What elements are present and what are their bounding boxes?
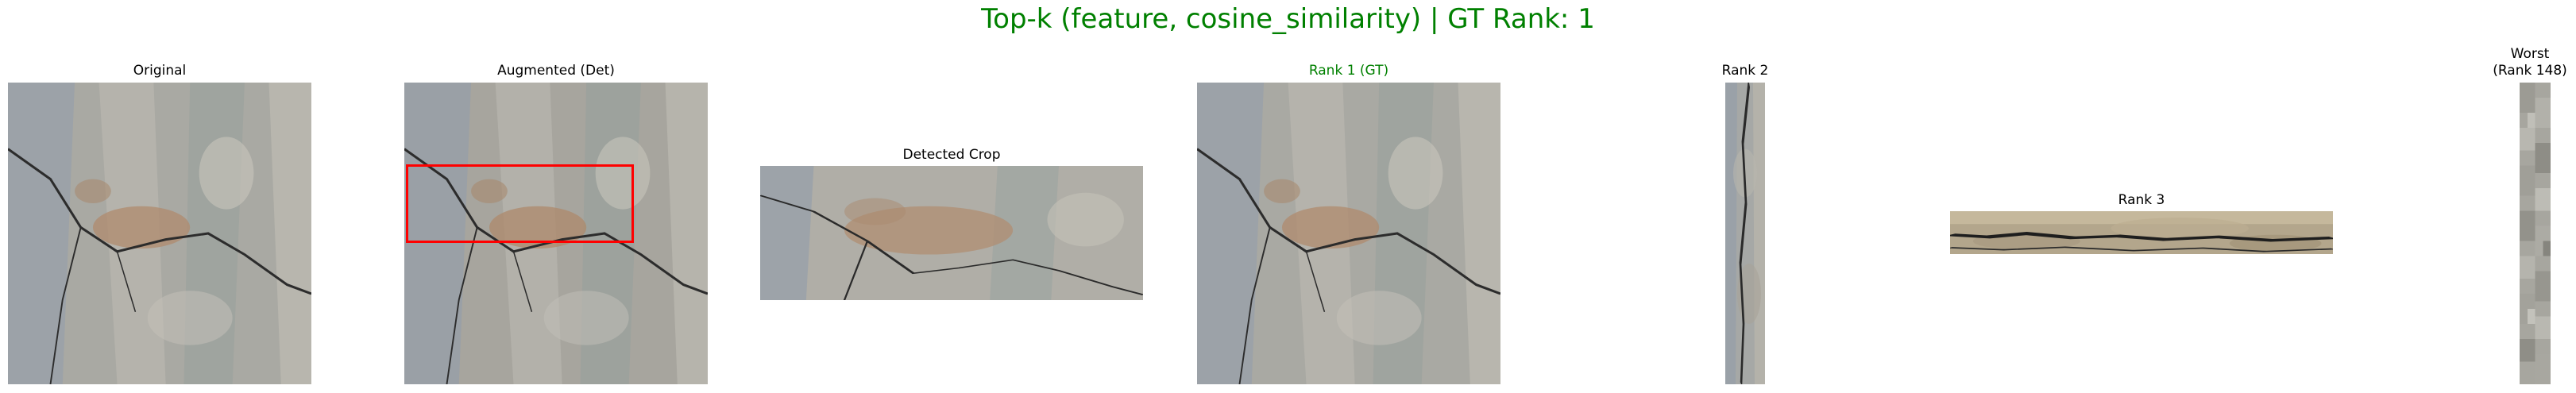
rank-3-image xyxy=(1950,211,2333,254)
rank-1-image xyxy=(1197,83,1500,384)
detection-bounding-box xyxy=(406,164,634,243)
panel-title-detected-crop: Detected Crop xyxy=(902,147,1001,163)
original-image xyxy=(8,83,311,384)
panel-title-rank-3: Rank 3 xyxy=(2118,192,2165,208)
panel-title-original: Original xyxy=(133,63,187,79)
detected-crop-image xyxy=(760,166,1143,300)
worst-image xyxy=(2520,83,2551,384)
panel-title-augmented: Augmented (Det) xyxy=(497,63,615,79)
rank-2-image xyxy=(1725,83,1765,384)
panel-title-rank-2: Rank 2 xyxy=(1721,63,1769,79)
figure-title: Top-k (feature, cosine_similarity) | GT … xyxy=(981,3,1595,35)
panel-title-worst-line2: (Rank 148) xyxy=(2493,63,2567,79)
augmented-image xyxy=(404,83,708,384)
panel-title-rank-1: Rank 1 (GT) xyxy=(1308,63,1389,79)
panel-title-worst-line1: Worst xyxy=(2510,46,2550,62)
